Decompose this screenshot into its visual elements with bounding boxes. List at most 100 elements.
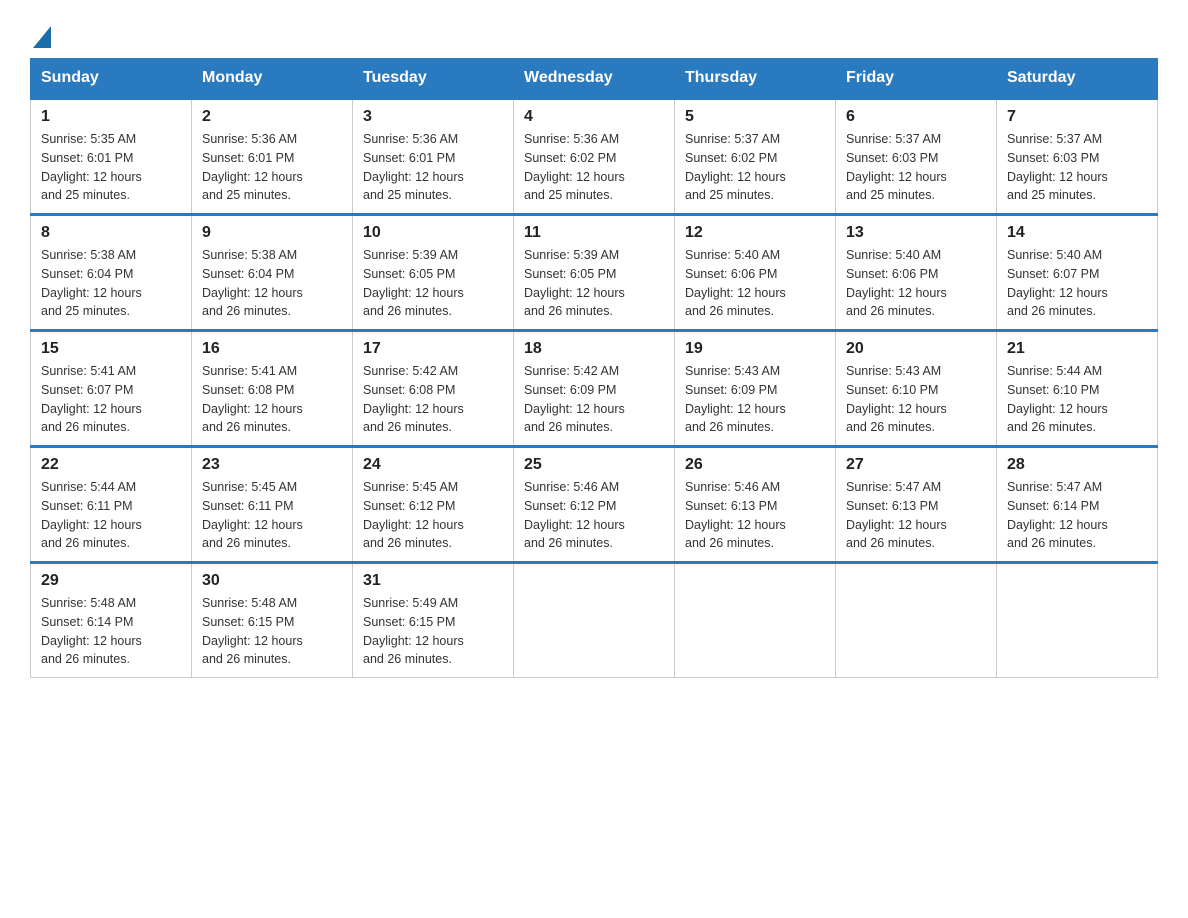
calendar-cell: 31 Sunrise: 5:49 AMSunset: 6:15 PMDayligh… bbox=[353, 563, 514, 678]
calendar-cell: 5 Sunrise: 5:37 AMSunset: 6:02 PMDaylight… bbox=[675, 99, 836, 215]
day-info: Sunrise: 5:44 AMSunset: 6:10 PMDaylight:… bbox=[1007, 362, 1147, 437]
calendar-cell: 12 Sunrise: 5:40 AMSunset: 6:06 PMDayligh… bbox=[675, 215, 836, 331]
logo bbox=[30, 30, 51, 48]
day-info: Sunrise: 5:40 AMSunset: 6:06 PMDaylight:… bbox=[685, 246, 825, 321]
day-number: 18 bbox=[524, 340, 664, 358]
day-info: Sunrise: 5:36 AMSunset: 6:01 PMDaylight:… bbox=[363, 130, 503, 205]
day-info: Sunrise: 5:41 AMSunset: 6:08 PMDaylight:… bbox=[202, 362, 342, 437]
calendar-cell bbox=[997, 563, 1158, 678]
day-number: 24 bbox=[363, 456, 503, 474]
header-monday: Monday bbox=[192, 59, 353, 99]
day-info: Sunrise: 5:38 AMSunset: 6:04 PMDaylight:… bbox=[41, 246, 181, 321]
header-saturday: Saturday bbox=[997, 59, 1158, 99]
calendar-cell: 21 Sunrise: 5:44 AMSunset: 6:10 PMDayligh… bbox=[997, 331, 1158, 447]
day-number: 12 bbox=[685, 224, 825, 242]
day-info: Sunrise: 5:36 AMSunset: 6:02 PMDaylight:… bbox=[524, 130, 664, 205]
day-info: Sunrise: 5:37 AMSunset: 6:03 PMDaylight:… bbox=[1007, 130, 1147, 205]
week-row-2: 8 Sunrise: 5:38 AMSunset: 6:04 PMDaylight… bbox=[31, 215, 1158, 331]
day-info: Sunrise: 5:37 AMSunset: 6:03 PMDaylight:… bbox=[846, 130, 986, 205]
day-info: Sunrise: 5:46 AMSunset: 6:13 PMDaylight:… bbox=[685, 478, 825, 553]
calendar-cell: 25 Sunrise: 5:46 AMSunset: 6:12 PMDayligh… bbox=[514, 447, 675, 563]
day-number: 11 bbox=[524, 224, 664, 242]
day-info: Sunrise: 5:45 AMSunset: 6:12 PMDaylight:… bbox=[363, 478, 503, 553]
day-number: 23 bbox=[202, 456, 342, 474]
logo-arrow-icon bbox=[33, 26, 51, 48]
day-number: 29 bbox=[41, 572, 181, 590]
day-number: 10 bbox=[363, 224, 503, 242]
calendar-cell bbox=[836, 563, 997, 678]
calendar-cell: 19 Sunrise: 5:43 AMSunset: 6:09 PMDayligh… bbox=[675, 331, 836, 447]
calendar-body: 1Sunrise: 5:35 AMSunset: 6:01 PMDaylight… bbox=[31, 99, 1158, 678]
calendar-cell: 18Sunrise: 5:42 AMSunset: 6:09 PMDayligh… bbox=[514, 331, 675, 447]
week-row-3: 15 Sunrise: 5:41 AMSunset: 6:07 PMDayligh… bbox=[31, 331, 1158, 447]
calendar-cell: 29 Sunrise: 5:48 AMSunset: 6:14 PMDayligh… bbox=[31, 563, 192, 678]
calendar-table: SundayMondayTuesdayWednesdayThursdayFrid… bbox=[30, 58, 1158, 678]
calendar-cell: 8 Sunrise: 5:38 AMSunset: 6:04 PMDaylight… bbox=[31, 215, 192, 331]
calendar-cell: 1Sunrise: 5:35 AMSunset: 6:01 PMDaylight… bbox=[31, 99, 192, 215]
header-wednesday: Wednesday bbox=[514, 59, 675, 99]
day-info: Sunrise: 5:39 AMSunset: 6:05 PMDaylight:… bbox=[363, 246, 503, 321]
day-info: Sunrise: 5:49 AMSunset: 6:15 PMDaylight:… bbox=[363, 594, 503, 669]
day-info: Sunrise: 5:47 AMSunset: 6:13 PMDaylight:… bbox=[846, 478, 986, 553]
day-number: 21 bbox=[1007, 340, 1147, 358]
calendar-cell: 16 Sunrise: 5:41 AMSunset: 6:08 PMDayligh… bbox=[192, 331, 353, 447]
day-number: 22 bbox=[41, 456, 181, 474]
calendar-cell: 17 Sunrise: 5:42 AMSunset: 6:08 PMDayligh… bbox=[353, 331, 514, 447]
calendar-cell: 13Sunrise: 5:40 AMSunset: 6:06 PMDayligh… bbox=[836, 215, 997, 331]
header-thursday: Thursday bbox=[675, 59, 836, 99]
day-info: Sunrise: 5:43 AMSunset: 6:09 PMDaylight:… bbox=[685, 362, 825, 437]
calendar-cell: 14 Sunrise: 5:40 AMSunset: 6:07 PMDayligh… bbox=[997, 215, 1158, 331]
calendar-cell: 30 Sunrise: 5:48 AMSunset: 6:15 PMDayligh… bbox=[192, 563, 353, 678]
day-info: Sunrise: 5:38 AMSunset: 6:04 PMDaylight:… bbox=[202, 246, 342, 321]
calendar-cell: 7 Sunrise: 5:37 AMSunset: 6:03 PMDaylight… bbox=[997, 99, 1158, 215]
calendar-cell: 2Sunrise: 5:36 AMSunset: 6:01 PMDaylight… bbox=[192, 99, 353, 215]
calendar-cell: 4 Sunrise: 5:36 AMSunset: 6:02 PMDaylight… bbox=[514, 99, 675, 215]
day-number: 9 bbox=[202, 224, 342, 242]
calendar-cell: 11 Sunrise: 5:39 AMSunset: 6:05 PMDayligh… bbox=[514, 215, 675, 331]
header-tuesday: Tuesday bbox=[353, 59, 514, 99]
calendar-cell: 24 Sunrise: 5:45 AMSunset: 6:12 PMDayligh… bbox=[353, 447, 514, 563]
calendar-header: SundayMondayTuesdayWednesdayThursdayFrid… bbox=[31, 59, 1158, 99]
day-number: 30 bbox=[202, 572, 342, 590]
calendar-cell: 6 Sunrise: 5:37 AMSunset: 6:03 PMDaylight… bbox=[836, 99, 997, 215]
day-number: 31 bbox=[363, 572, 503, 590]
day-number: 20 bbox=[846, 340, 986, 358]
day-number: 13 bbox=[846, 224, 986, 242]
day-info: Sunrise: 5:46 AMSunset: 6:12 PMDaylight:… bbox=[524, 478, 664, 553]
header-friday: Friday bbox=[836, 59, 997, 99]
week-row-1: 1Sunrise: 5:35 AMSunset: 6:01 PMDaylight… bbox=[31, 99, 1158, 215]
day-info: Sunrise: 5:42 AMSunset: 6:08 PMDaylight:… bbox=[363, 362, 503, 437]
day-number: 15 bbox=[41, 340, 181, 358]
day-info: Sunrise: 5:37 AMSunset: 6:02 PMDaylight:… bbox=[685, 130, 825, 205]
day-info: Sunrise: 5:40 AMSunset: 6:07 PMDaylight:… bbox=[1007, 246, 1147, 321]
day-number: 4 bbox=[524, 108, 664, 126]
calendar-cell: 22 Sunrise: 5:44 AMSunset: 6:11 PMDayligh… bbox=[31, 447, 192, 563]
calendar-cell: 23 Sunrise: 5:45 AMSunset: 6:11 PMDayligh… bbox=[192, 447, 353, 563]
day-number: 8 bbox=[41, 224, 181, 242]
day-number: 5 bbox=[685, 108, 825, 126]
day-number: 7 bbox=[1007, 108, 1147, 126]
day-number: 14 bbox=[1007, 224, 1147, 242]
day-info: Sunrise: 5:43 AMSunset: 6:10 PMDaylight:… bbox=[846, 362, 986, 437]
day-number: 17 bbox=[363, 340, 503, 358]
day-info: Sunrise: 5:48 AMSunset: 6:14 PMDaylight:… bbox=[41, 594, 181, 669]
day-number: 16 bbox=[202, 340, 342, 358]
day-info: Sunrise: 5:48 AMSunset: 6:15 PMDaylight:… bbox=[202, 594, 342, 669]
day-info: Sunrise: 5:39 AMSunset: 6:05 PMDaylight:… bbox=[524, 246, 664, 321]
day-info: Sunrise: 5:44 AMSunset: 6:11 PMDaylight:… bbox=[41, 478, 181, 553]
calendar-cell bbox=[514, 563, 675, 678]
header bbox=[30, 20, 1158, 48]
day-info: Sunrise: 5:41 AMSunset: 6:07 PMDaylight:… bbox=[41, 362, 181, 437]
day-number: 19 bbox=[685, 340, 825, 358]
day-number: 2 bbox=[202, 108, 342, 126]
day-number: 6 bbox=[846, 108, 986, 126]
day-number: 27 bbox=[846, 456, 986, 474]
calendar-cell: 10 Sunrise: 5:39 AMSunset: 6:05 PMDayligh… bbox=[353, 215, 514, 331]
day-number: 26 bbox=[685, 456, 825, 474]
header-row: SundayMondayTuesdayWednesdayThursdayFrid… bbox=[31, 59, 1158, 99]
calendar-cell: 15 Sunrise: 5:41 AMSunset: 6:07 PMDayligh… bbox=[31, 331, 192, 447]
day-number: 3 bbox=[363, 108, 503, 126]
day-number: 25 bbox=[524, 456, 664, 474]
day-info: Sunrise: 5:45 AMSunset: 6:11 PMDaylight:… bbox=[202, 478, 342, 553]
week-row-5: 29 Sunrise: 5:48 AMSunset: 6:14 PMDayligh… bbox=[31, 563, 1158, 678]
